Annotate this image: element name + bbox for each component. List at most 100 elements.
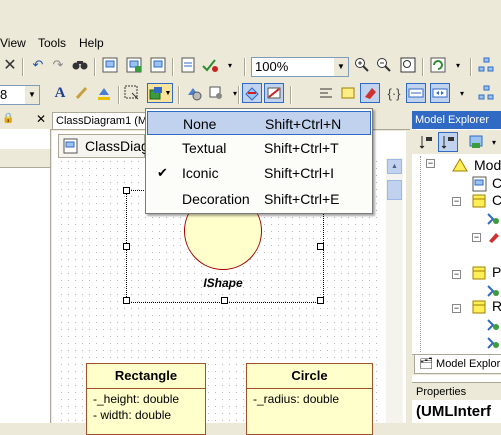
menu-item-decoration[interactable]: Decoration Shift+Ctrl+E xyxy=(147,187,371,211)
zoom-fit-icon[interactable] xyxy=(398,55,418,75)
layout-icon[interactable] xyxy=(476,55,496,75)
chevron-down-icon[interactable]: ▾ xyxy=(220,55,240,75)
tree-item-label[interactable]: C xyxy=(492,192,501,208)
sort-icon[interactable] xyxy=(416,132,436,152)
resize-handle[interactable] xyxy=(317,297,324,304)
stereotype-display-button[interactable]: ▼ xyxy=(147,83,173,103)
toolbar-format: 8 ▼ A ▼ ▾ {·} ▾ xyxy=(0,83,501,107)
tree-item-label[interactable]: C xyxy=(492,175,501,191)
resize-handle[interactable] xyxy=(123,243,130,250)
zoom-in-icon[interactable] xyxy=(352,55,372,75)
collapse-icon[interactable]: − xyxy=(472,233,481,242)
tree-item-label[interactable]: R xyxy=(492,298,501,314)
left-panel xyxy=(0,129,51,423)
note-icon[interactable] xyxy=(338,83,358,103)
zoom-value: 100% xyxy=(255,59,289,74)
find-icon[interactable] xyxy=(70,55,90,75)
checkmark-icon: ✔ xyxy=(157,165,168,180)
toolbar-separator xyxy=(178,86,180,104)
collapse-icon[interactable]: − xyxy=(452,197,461,206)
pin-icon[interactable]: 🔒 xyxy=(2,113,14,124)
diagram-title-tab[interactable]: ClassDiag xyxy=(58,134,149,158)
check-tool-icon[interactable] xyxy=(200,55,220,75)
diagram-tool-icon[interactable] xyxy=(124,55,144,75)
font-icon[interactable]: A xyxy=(50,83,70,103)
align-icon[interactable] xyxy=(406,83,426,103)
menu-item-iconic[interactable]: ✔ Iconic Shift+Ctrl+I xyxy=(147,161,371,185)
eraser-icon[interactable] xyxy=(360,83,380,103)
redo-icon[interactable]: ↷ xyxy=(48,55,68,75)
chevron-down-icon: ▼ xyxy=(25,86,39,104)
left-panel-header xyxy=(0,149,50,168)
layout-icon[interactable] xyxy=(476,83,496,103)
toolbar-separator xyxy=(172,58,174,76)
stereotype-display-menu: None Shift+Ctrl+N Textual Shift+Ctrl+T ✔… xyxy=(145,108,373,214)
class-attribute: -_radius: double xyxy=(253,392,340,406)
resize-handle[interactable] xyxy=(123,297,130,304)
menu-item-textual[interactable]: Textual Shift+Ctrl+T xyxy=(147,136,371,160)
diagram-tool-icon[interactable] xyxy=(148,55,168,75)
fill-color-icon[interactable] xyxy=(94,83,114,103)
sort-desc-icon[interactable] xyxy=(438,132,458,152)
menu-item-none[interactable]: None Shift+Ctrl+N xyxy=(147,111,371,135)
font-size-select[interactable]: 8 ▼ xyxy=(0,85,40,105)
tree-item-label[interactable]: P xyxy=(492,264,501,280)
properties-element-name: (UMLInterf xyxy=(412,400,501,423)
diagram-icon xyxy=(63,138,79,157)
close-icon[interactable]: ✕ xyxy=(0,55,20,75)
operation-icon xyxy=(486,230,500,247)
class-rectangle[interactable]: Rectangle -_height: double - width: doub… xyxy=(86,363,206,435)
menu-item-label: Iconic xyxy=(182,165,219,181)
page-icon[interactable] xyxy=(178,55,198,75)
scroll-thumb[interactable] xyxy=(387,180,402,200)
collapse-icon[interactable]: − xyxy=(452,304,461,313)
select-tool-icon[interactable] xyxy=(122,83,142,103)
toolbar-separator xyxy=(422,58,424,76)
resize-handle[interactable] xyxy=(317,243,324,250)
class-circle[interactable]: Circle -_radius: double xyxy=(246,363,373,435)
tab-model-explorer[interactable]: 🗂 Model Explor xyxy=(414,355,501,374)
close-panel-icon[interactable]: ✕ xyxy=(36,112,46,126)
refresh-icon[interactable] xyxy=(428,55,448,75)
chevron-down-icon[interactable]: ▾ xyxy=(452,83,472,103)
vertical-scrollbar[interactable]: ▲ xyxy=(386,158,403,423)
diagram-icon xyxy=(472,176,488,195)
class-attribute: -_height: double xyxy=(93,392,180,406)
filter-icon[interactable] xyxy=(466,132,486,152)
undo-icon[interactable]: ↶ xyxy=(28,55,48,75)
resize-handle[interactable] xyxy=(123,187,130,194)
tree-item-label[interactable]: Mod xyxy=(474,157,501,173)
diagram-tool-icon[interactable] xyxy=(100,55,120,75)
menu-item-label: None xyxy=(183,116,217,132)
distribute-icon[interactable] xyxy=(430,83,450,103)
toolbar-main: ✕ ↶ ↷ ▾ 100% ▼ ▾ xyxy=(0,55,501,79)
toolbar-separator xyxy=(118,86,120,104)
chevron-down-icon: ▼ xyxy=(164,89,172,97)
menu-help[interactable]: Help xyxy=(79,36,104,50)
properties-header: Properties xyxy=(412,382,501,400)
class-icon xyxy=(472,194,486,211)
zoom-out-icon[interactable] xyxy=(374,55,394,75)
menu-view[interactable]: View xyxy=(0,36,26,50)
shapes-icon[interactable] xyxy=(184,83,204,103)
scroll-up-icon[interactable]: ▲ xyxy=(387,159,402,174)
class-name: Circle xyxy=(247,364,372,389)
menu-tools[interactable]: Tools xyxy=(38,36,66,50)
collapse-icon[interactable]: − xyxy=(452,270,461,279)
tab-classdiagram1[interactable]: ClassDiagram1 (Mo xyxy=(52,112,151,129)
chevron-down-icon[interactable]: ▾ xyxy=(448,55,468,75)
class-name: Rectangle xyxy=(87,364,205,389)
chevron-down-icon[interactable]: ▾ xyxy=(484,132,501,152)
show-operations-icon[interactable] xyxy=(264,83,284,103)
line-style-icon[interactable] xyxy=(316,83,336,103)
resize-handle[interactable] xyxy=(221,297,228,304)
diagram-title: ClassDiag xyxy=(85,138,149,154)
class-attribute: - width: double xyxy=(93,408,172,422)
interface-name: IShape xyxy=(203,276,243,290)
show-attributes-icon[interactable] xyxy=(242,83,262,103)
pencil-icon[interactable] xyxy=(72,83,92,103)
braces-icon[interactable]: {·} xyxy=(384,83,404,103)
collapse-icon[interactable]: − xyxy=(426,159,435,168)
zoom-select[interactable]: 100% ▼ xyxy=(251,57,349,77)
suppress-icon[interactable] xyxy=(206,83,226,103)
